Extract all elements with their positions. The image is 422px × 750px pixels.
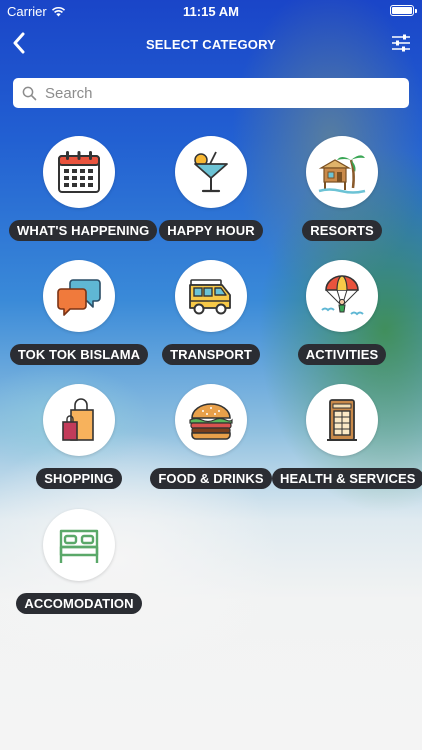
- category-transport[interactable]: TRANSPORT: [141, 260, 281, 370]
- category-icon-circle: [43, 136, 115, 208]
- van-icon: [189, 279, 231, 315]
- category-resorts[interactable]: RESORTS: [272, 136, 412, 246]
- category-icon-circle: [175, 136, 247, 208]
- category-label: WHAT'S HAPPENING: [9, 220, 158, 241]
- category-label: SHOPPING: [36, 468, 122, 489]
- status-bar: Carrier 11:15 AM: [0, 0, 422, 22]
- category-activities[interactable]: ACTIVITIES: [272, 260, 412, 370]
- category-happy-hour[interactable]: HAPPY HOUR: [141, 136, 281, 246]
- category-whats-happening[interactable]: WHAT'S HAPPENING: [9, 136, 158, 246]
- category-shopping[interactable]: SHOPPING: [9, 384, 149, 494]
- category-icon-circle: [43, 509, 115, 581]
- category-icon-circle: [306, 136, 378, 208]
- navigation-bar: SELECT CATEGORY: [0, 24, 422, 64]
- category-health-services[interactable]: HEALTH & SERVICES: [272, 384, 422, 494]
- category-icon-circle: [43, 384, 115, 456]
- clock: 11:15 AM: [183, 4, 239, 19]
- category-label: ACTIVITIES: [297, 344, 387, 365]
- parachute-icon: [321, 275, 364, 316]
- category-accomodation[interactable]: ACCOMODATION: [9, 509, 149, 619]
- shopping-bags-icon: [62, 398, 94, 441]
- phone-booth-icon: [327, 399, 357, 441]
- category-tok-tok-bislama[interactable]: TOK TOK BISLAMA: [9, 260, 149, 370]
- filter-button[interactable]: [390, 32, 412, 54]
- category-label: TOK TOK BISLAMA: [9, 344, 149, 365]
- category-icon-circle: [175, 260, 247, 332]
- beach-hut-icon: [318, 155, 366, 194]
- burger-icon: [189, 403, 233, 440]
- category-label: HAPPY HOUR: [159, 220, 263, 241]
- category-label: TRANSPORT: [162, 344, 260, 365]
- page-title: SELECT CATEGORY: [145, 37, 277, 52]
- bed-icon: [59, 529, 99, 563]
- calendar-icon: [58, 151, 100, 193]
- category-label: HEALTH & SERVICES: [272, 468, 422, 489]
- search-bar: [13, 78, 409, 108]
- category-icon-circle: [306, 260, 378, 332]
- category-icon-circle: [175, 384, 247, 456]
- search-icon: [22, 86, 37, 100]
- battery-icon: [390, 5, 417, 16]
- category-label: ACCOMODATION: [16, 593, 142, 614]
- speech-bubbles-icon: [57, 279, 101, 316]
- search-input[interactable]: [45, 84, 385, 102]
- category-icon-circle: [43, 260, 115, 332]
- background-overlay: [0, 0, 422, 750]
- category-icon-circle: [306, 384, 378, 456]
- cocktail-icon: [194, 151, 228, 193]
- category-label: FOOD & DRINKS: [150, 468, 272, 489]
- category-food-drinks[interactable]: FOOD & DRINKS: [141, 384, 281, 494]
- category-label: RESORTS: [302, 220, 382, 241]
- sliders-icon: [392, 34, 410, 52]
